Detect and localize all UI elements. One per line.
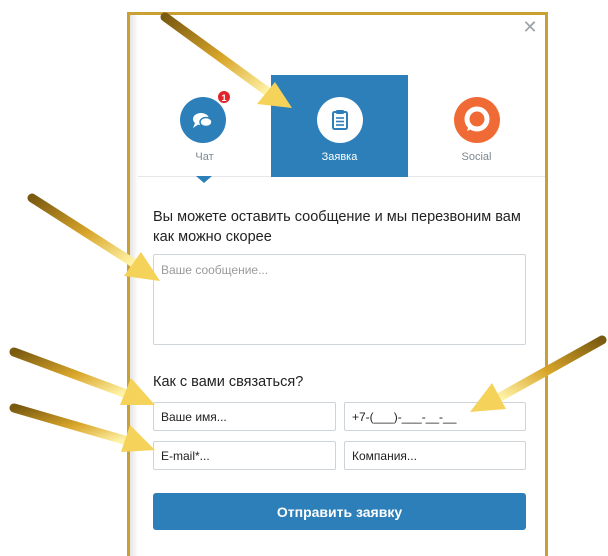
frame-right-border (545, 12, 548, 556)
clipboard-icon (317, 97, 363, 143)
contact-heading: Как с вами связаться? (153, 374, 304, 390)
phone-input[interactable] (344, 402, 526, 431)
email-input[interactable] (153, 441, 336, 470)
chat-bubbles-icon (180, 97, 226, 143)
close-icon[interactable]: ✕ (521, 19, 539, 37)
tab-social[interactable]: Social (408, 75, 545, 177)
widget-shadow (130, 15, 138, 556)
company-input[interactable] (344, 441, 526, 470)
unread-badge: 1 (217, 90, 231, 104)
submit-request-button[interactable]: Отправить заявку (153, 493, 526, 530)
tab-social-label: Social (461, 151, 492, 163)
tab-chat-label: Чат (195, 151, 214, 163)
message-textarea[interactable] (153, 254, 526, 345)
tab-request-label: Заявка (321, 151, 358, 163)
active-tab-pointer (196, 176, 212, 183)
tab-request[interactable]: Заявка (271, 75, 408, 177)
form-intro-text: Вы можете оставить сообщение и мы перезв… (153, 209, 521, 245)
channel-tabs: Чат Заявка Social (138, 75, 545, 177)
name-input[interactable] (153, 402, 336, 431)
tab-chat[interactable]: Чат (138, 75, 271, 177)
social-ring-icon (454, 97, 500, 143)
